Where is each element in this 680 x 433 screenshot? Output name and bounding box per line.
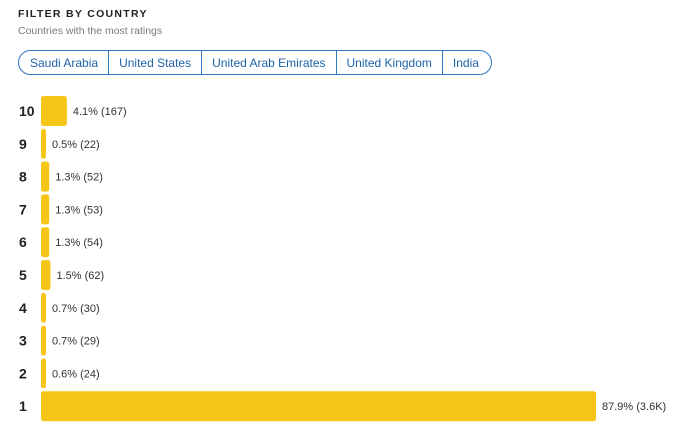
rating-label-5: 5 — [19, 267, 27, 283]
value-label-3: 0.7% (29) — [52, 336, 100, 348]
rating-label-10: 10 — [19, 103, 35, 119]
bar-rating-4[interactable] — [41, 292, 46, 323]
bar-rating-7[interactable] — [41, 194, 50, 225]
bar-rating-6[interactable] — [41, 227, 50, 258]
value-label-6: 1.3% (54) — [55, 237, 103, 249]
value-label-7: 1.3% (53) — [55, 204, 103, 216]
rating-distribution-chart: 10 4.1% (167) 9 0.5% (22) 8 1.3% (52) 7 1.3% (5… — [19, 96, 666, 422]
rating-label-9: 9 — [19, 136, 27, 152]
value-label-4: 0.7% (30) — [52, 303, 100, 315]
rating-label-7: 7 — [19, 201, 27, 217]
value-label-9: 0.5% (22) — [52, 139, 100, 151]
rating-label-3: 3 — [19, 333, 27, 349]
value-label-1: 87.9% (3.6K) — [602, 401, 666, 413]
bar-rating-10[interactable] — [41, 96, 67, 126]
bar-rating-5[interactable] — [41, 260, 51, 290]
bar-rating-9[interactable] — [41, 128, 46, 159]
bar-rating-8[interactable] — [41, 161, 50, 192]
bar-rating-3[interactable] — [41, 325, 46, 356]
bar-rating-1[interactable] — [41, 391, 596, 422]
bar-rating-2[interactable] — [41, 358, 46, 389]
value-label-8: 1.3% (52) — [55, 172, 103, 184]
rating-label-2: 2 — [19, 365, 27, 381]
value-label-10: 4.1% (167) — [73, 106, 127, 118]
rating-label-1: 1 — [19, 398, 27, 414]
rating-label-8: 8 — [19, 169, 27, 185]
rating-label-4: 4 — [19, 300, 27, 316]
value-label-5: 1.5% (62) — [56, 270, 104, 282]
rating-label-6: 6 — [19, 234, 27, 250]
value-label-2: 0.6% (24) — [52, 368, 100, 380]
